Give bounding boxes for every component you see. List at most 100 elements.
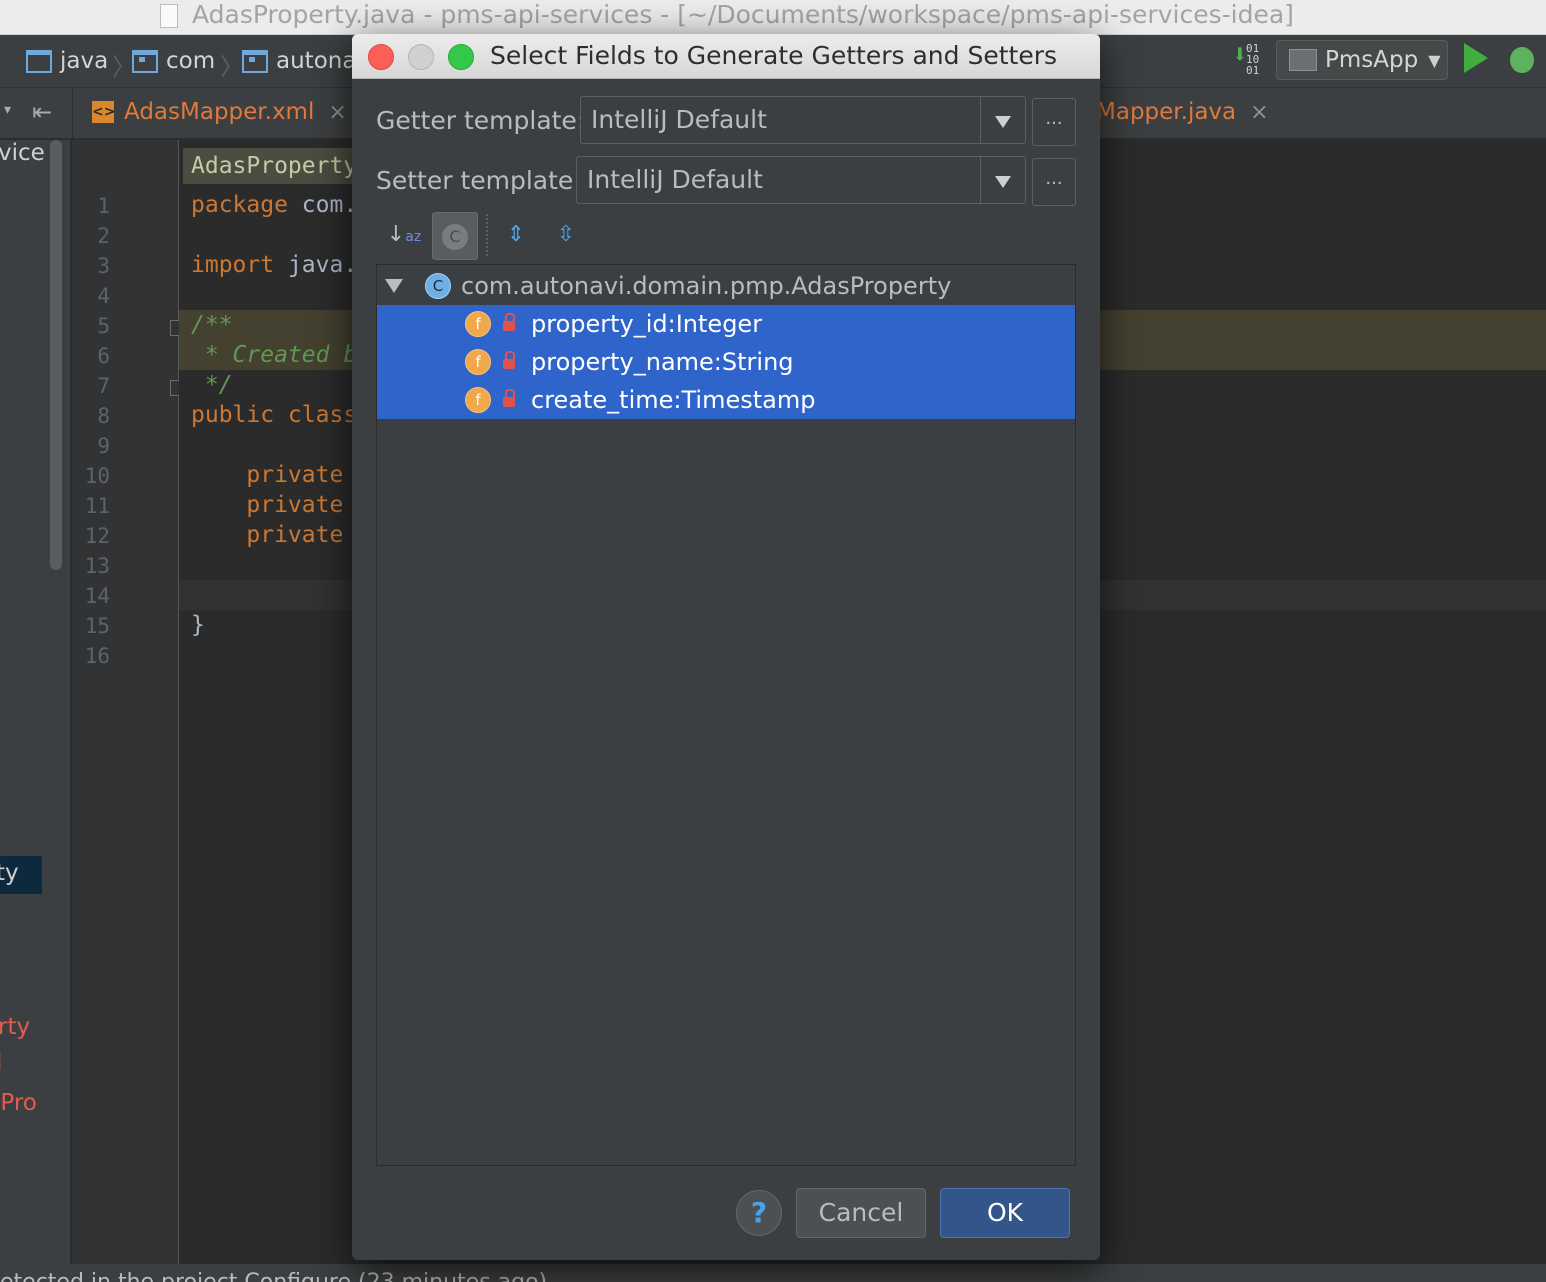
minimize-window-button	[408, 44, 434, 70]
line-number: 7	[97, 374, 110, 398]
line-number: 16	[84, 644, 110, 668]
code-line: private	[191, 462, 344, 488]
cancel-button[interactable]: Cancel	[796, 1188, 926, 1238]
project-item-label[interactable]: lPro	[0, 1090, 37, 1116]
getter-template-value: IntelliJ Default	[591, 105, 767, 134]
setter-template-select[interactable]: IntelliJ Default	[576, 156, 1026, 204]
project-item-label: ty	[0, 860, 19, 886]
line-number: 3	[97, 254, 110, 278]
tab-label: Mapper.java	[1096, 99, 1237, 125]
package-icon	[242, 49, 268, 73]
tree-field-row[interactable]: f property_name:String	[377, 343, 1075, 381]
code-line: import java.	[191, 252, 357, 278]
tab-mapper-java[interactable]: Mapper.java ×	[1096, 88, 1269, 136]
code-text: java.	[274, 252, 358, 278]
window-title-bar: AdasProperty.java - pms-api-services - […	[0, 0, 1546, 35]
line-number: 6	[97, 344, 110, 368]
field-label: create_time:Timestamp	[531, 386, 816, 414]
line-number: 9	[97, 434, 110, 458]
field-label: property_name:String	[531, 348, 794, 376]
expand-triangle-icon[interactable]	[385, 279, 403, 293]
project-item-label[interactable]: l	[0, 1050, 2, 1076]
chevron-down-icon[interactable]	[980, 157, 1025, 203]
run-icon[interactable]	[1464, 43, 1488, 73]
code-line: * Created b	[191, 342, 358, 368]
editor-gutter: 1 2 3 4 5 6 7 8 9 10 11 12 13 14 15 16	[72, 140, 186, 1282]
fields-tree[interactable]: C com.autonavi.domain.pmp.AdasProperty f…	[376, 264, 1076, 1166]
scrollbar[interactable]	[50, 140, 62, 570]
code-line: /**	[191, 312, 233, 338]
field-icon: f	[465, 387, 491, 413]
run-configuration-label: PmsApp	[1325, 47, 1419, 73]
help-button[interactable]: ?	[736, 1190, 782, 1236]
window-title: AdasProperty.java - pms-api-services - […	[192, 0, 1294, 29]
xml-file-icon: <>	[92, 101, 115, 123]
setter-template-value: IntelliJ Default	[587, 165, 763, 194]
lock-icon	[503, 313, 515, 331]
breadcrumb-autonavi[interactable]: autona	[242, 47, 356, 75]
toolbar-separator	[486, 214, 488, 256]
close-icon[interactable]: ×	[1250, 100, 1268, 125]
breadcrumb-label: autona	[276, 48, 357, 74]
status-bar: etected in the project Configure (23 min…	[0, 1264, 1546, 1282]
run-configuration-select[interactable]: PmsApp ▼	[1276, 40, 1448, 80]
class-node-label: com.autonavi.domain.pmp.AdasProperty	[461, 272, 952, 300]
ok-button[interactable]: OK	[940, 1188, 1070, 1238]
show-classes-toggle[interactable]: C	[432, 212, 478, 260]
application-icon	[1289, 49, 1317, 71]
project-item-label[interactable]: rty	[0, 1014, 30, 1040]
class-icon: C	[425, 273, 451, 299]
breadcrumb-label: java	[60, 48, 109, 74]
breadcrumb-com[interactable]: com	[132, 47, 215, 75]
debug-icon[interactable]	[1510, 47, 1534, 73]
line-number: 12	[84, 524, 110, 548]
tab-adasmapper-xml[interactable]: <> AdasMapper.xml ×	[92, 88, 347, 136]
code-line: private	[191, 492, 344, 518]
breadcrumb-label: com	[166, 48, 216, 74]
tree-field-row[interactable]: f create_time:Timestamp	[377, 381, 1075, 419]
close-icon[interactable]: ×	[328, 100, 346, 125]
dialog-title: Select Fields to Generate Getters and Se…	[490, 41, 1058, 70]
expand-all-icon[interactable]: ⇕	[494, 212, 538, 258]
line-number: 1	[97, 194, 110, 218]
code-line: package com.	[191, 192, 357, 218]
setter-template-label: Setter template:	[376, 166, 582, 195]
dialog-title-bar: Select Fields to Generate Getters and Se…	[352, 34, 1100, 79]
selected-project-item[interactable]: ty	[0, 856, 42, 894]
getter-template-label: Getter template:	[376, 106, 586, 135]
getter-template-select[interactable]: IntelliJ Default	[580, 96, 1026, 144]
tree-field-row[interactable]: f property_id:Integer	[377, 305, 1075, 343]
collapse-panel-icon[interactable]: ⇤	[32, 98, 52, 126]
keyword: package	[191, 192, 288, 218]
line-number: 5	[97, 314, 110, 338]
sort-alphabetically-icon[interactable]: ↓az	[382, 212, 426, 258]
lock-icon	[503, 389, 515, 407]
keyword: import	[191, 252, 275, 278]
code-line: private	[191, 522, 344, 548]
lock-icon	[503, 351, 515, 369]
maximize-window-button[interactable]	[448, 44, 474, 70]
class-circle-icon: C	[442, 224, 468, 250]
line-number: 15	[84, 614, 110, 638]
line-number: 10	[84, 464, 110, 488]
line-number: 4	[97, 284, 110, 308]
line-number: 11	[84, 494, 110, 518]
field-icon: f	[465, 311, 491, 337]
line-number: 2	[97, 224, 110, 248]
setter-template-more-button[interactable]: ...	[1032, 158, 1076, 206]
folder-icon	[26, 49, 52, 73]
chevron-down-icon: ▼	[1428, 50, 1441, 70]
code-line: */	[191, 372, 233, 398]
chevron-down-icon[interactable]	[980, 97, 1025, 143]
code-line: public class	[191, 402, 358, 428]
close-window-button[interactable]	[368, 44, 394, 70]
collapse-all-icon[interactable]: ⇳	[544, 212, 588, 258]
document-icon	[160, 4, 178, 28]
getter-template-more-button[interactable]: ...	[1032, 98, 1076, 146]
chevron-down-icon[interactable]: ▾	[4, 102, 11, 118]
breadcrumb-java[interactable]: java	[6, 47, 108, 75]
line-number: 14	[84, 584, 110, 608]
file-breadcrumb-hint: AdasProperty	[183, 148, 366, 184]
status-text[interactable]: etected in the project Configure (23 min…	[0, 1270, 547, 1282]
tree-class-node[interactable]: C com.autonavi.domain.pmp.AdasProperty	[377, 267, 1075, 305]
